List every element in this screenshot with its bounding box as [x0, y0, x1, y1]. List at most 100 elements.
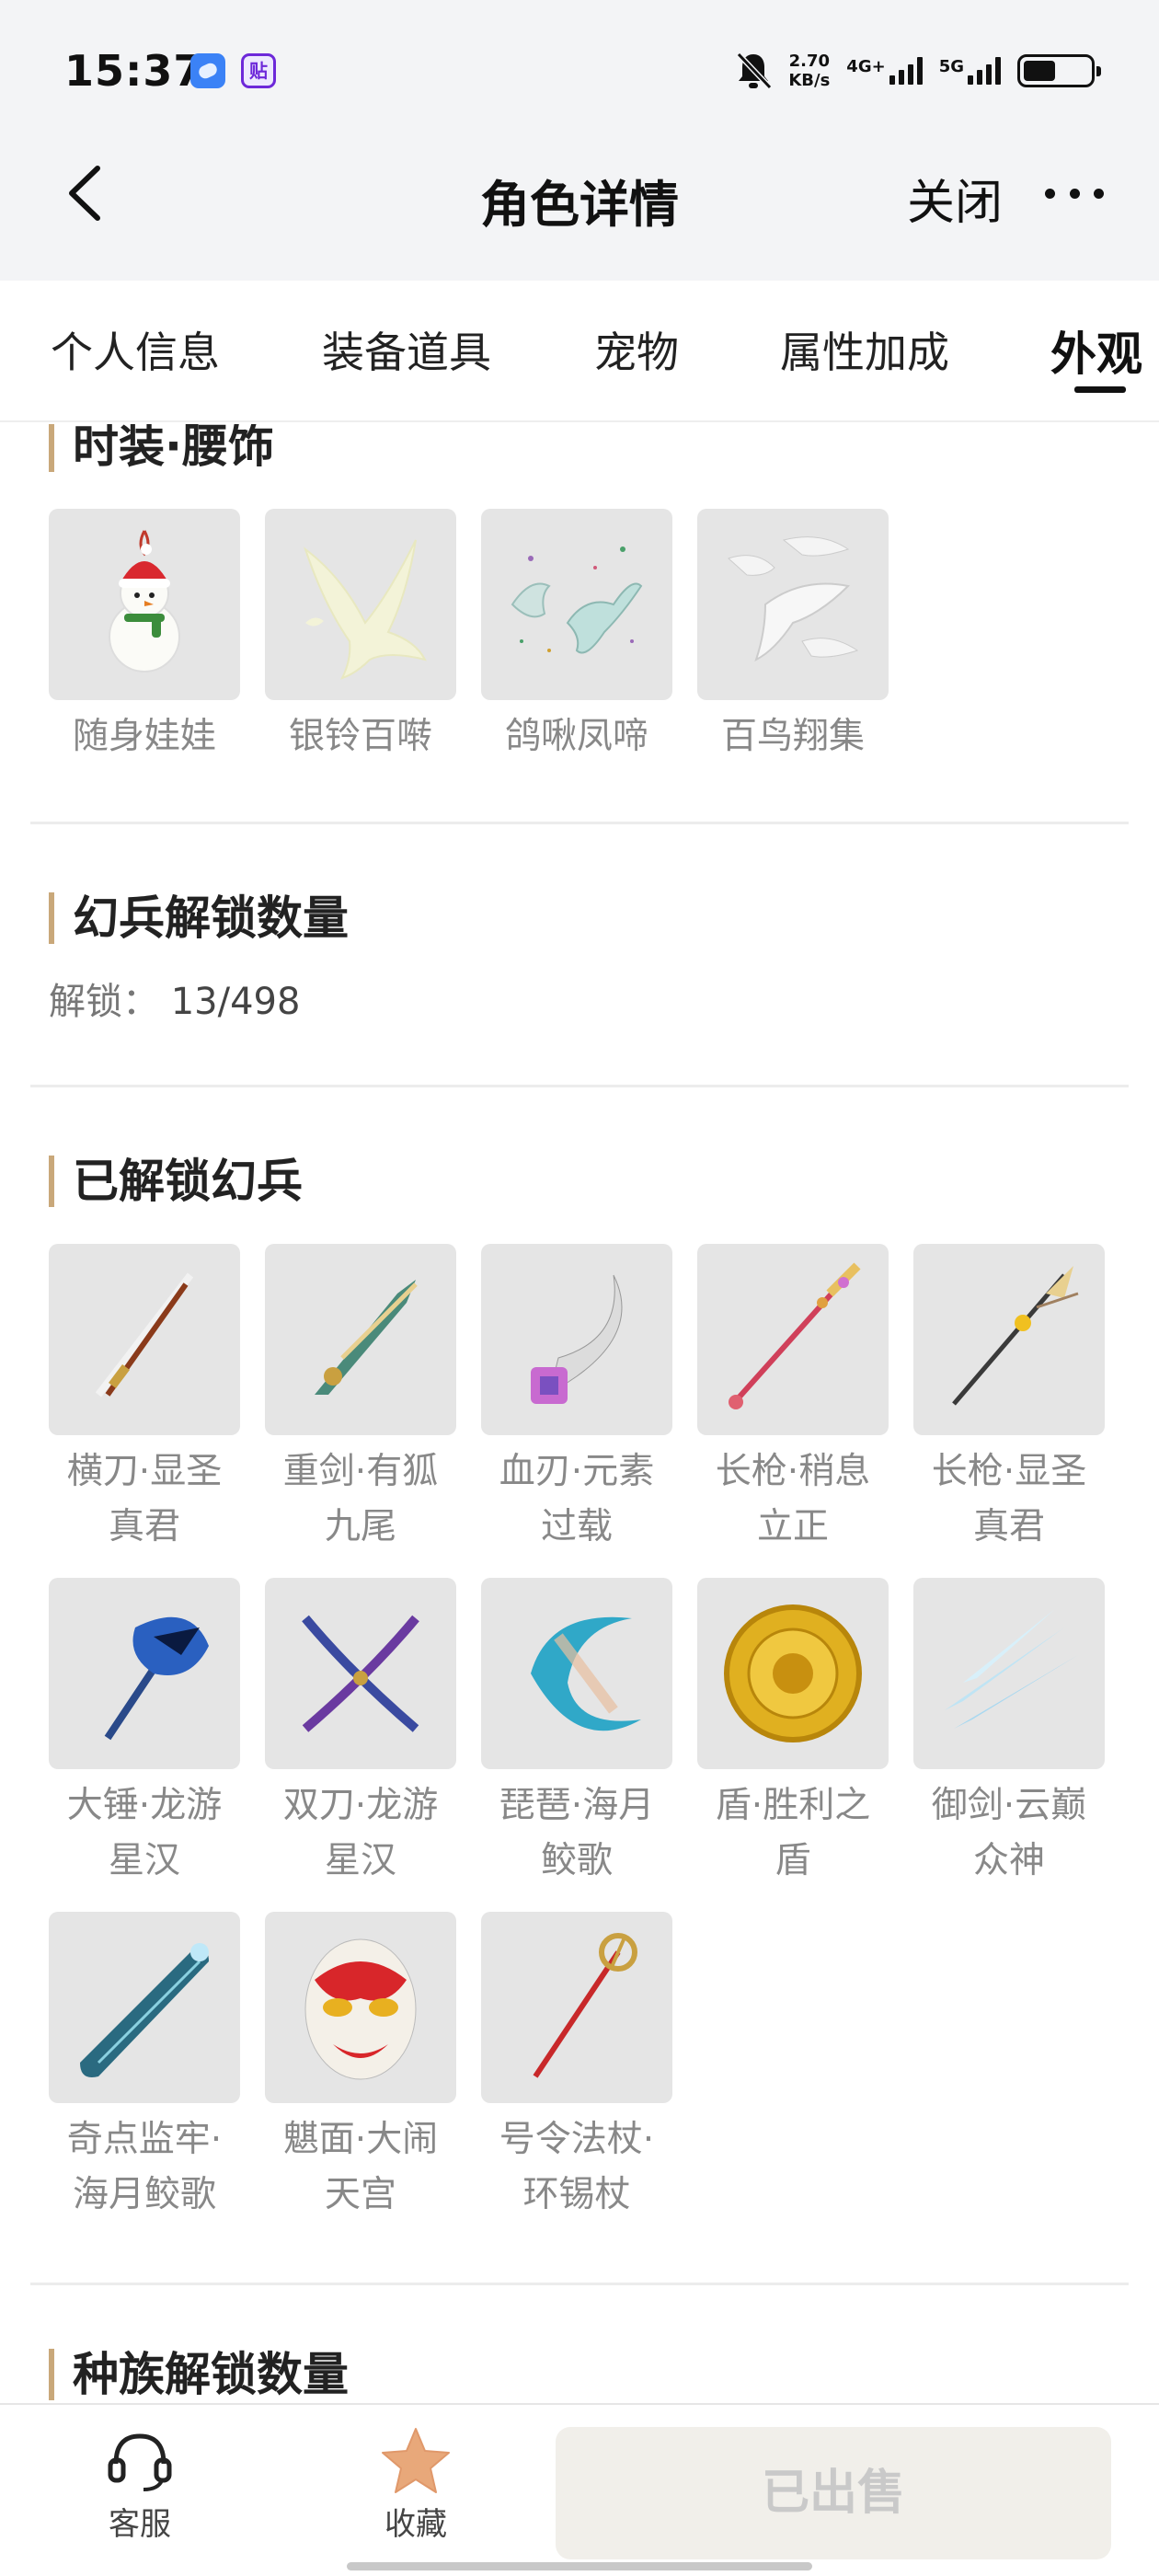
signal-bars-icon — [889, 57, 923, 85]
star-icon — [382, 2428, 450, 2493]
app-notification-icon — [190, 53, 225, 88]
greatsword-icon — [315, 1280, 418, 1395]
broadsword-icon — [95, 1272, 194, 1397]
weapon-name: 御剑·云巅 众神 — [931, 1785, 1087, 1881]
weapon-card[interactable]: 重剑·有狐 九尾 — [265, 1244, 456, 1555]
section-title-weapon-count: 幻兵解锁数量 — [49, 892, 349, 944]
weapon-thumbnail — [481, 1244, 672, 1435]
section-divider — [30, 1085, 1129, 1087]
bell-muted-icon — [737, 52, 773, 90]
weapon-name: 长枪·稍息 立正 — [715, 1451, 871, 1547]
customer-service-label: 客服 — [109, 2506, 171, 2543]
item-thumbnail — [481, 509, 672, 700]
mask-icon — [304, 1938, 417, 2080]
weapon-unlock-count: 解锁： 13/498 — [49, 972, 300, 1025]
weapon-card[interactable]: 琵琶·海月 鲛歌 — [481, 1578, 672, 1889]
tab-equipment[interactable]: 装备道具 — [322, 319, 491, 380]
weapon-thumbnail — [265, 1578, 456, 1769]
tab-personal-info[interactable]: 个人信息 — [51, 319, 220, 380]
weapon-thumbnail — [49, 1912, 240, 2103]
signal-bars-icon — [968, 57, 1001, 85]
weapon-thumbnail — [913, 1244, 1105, 1435]
weapon-card[interactable]: 盾·胜利之盾 — [697, 1578, 889, 1889]
section-divider — [30, 2283, 1129, 2285]
section-title-race-count: 种族解锁数量 — [49, 2349, 349, 2400]
weapon-name: 魌面·大闹 天宫 — [282, 2119, 439, 2215]
staff-icon — [533, 1933, 637, 2078]
nav-header: 角色详情 关闭 — [0, 138, 1159, 281]
more-dots-icon — [1045, 188, 1055, 199]
waist-item-card[interactable]: 鸽啾凤啼 — [481, 509, 672, 765]
shield-icon — [724, 1604, 862, 1742]
flying-swords-icon — [945, 1609, 1078, 1729]
waist-item-card[interactable]: 随身娃娃 — [49, 509, 240, 765]
weapon-card[interactable]: 魌面·大闹 天宫 — [265, 1912, 456, 2223]
hammer-icon — [104, 1616, 209, 1741]
weapon-card[interactable]: 长枪·显圣 真君 — [913, 1244, 1105, 1555]
weapon-name: 重剑·有狐 九尾 — [282, 1451, 439, 1547]
spear-icon — [729, 1262, 861, 1409]
status-indicators: 2.70 KB/s 4G+ 5G — [735, 48, 1101, 94]
status-time: 15:37 — [64, 46, 204, 96]
tab-appearance[interactable]: 外观 — [1050, 317, 1142, 384]
tieba-notification-icon: 贴 — [241, 53, 276, 88]
item-name: 百鸟翔集 — [720, 716, 865, 757]
weapon-card[interactable]: 横刀·显圣 真君 — [49, 1244, 240, 1555]
tab-pets[interactable]: 宠物 — [594, 319, 679, 380]
pipa-icon — [531, 1616, 641, 1731]
signal-4g: 4G+ — [846, 57, 923, 85]
bottom-action-bar: 客服 收藏 已出售 — [0, 2403, 1159, 2576]
weapon-name: 奇点监牢· 海月鲛歌 — [66, 2119, 223, 2215]
close-button[interactable]: 关闭 — [907, 164, 1003, 233]
weapon-name: 盾·胜利之盾 — [715, 1785, 871, 1881]
guqin-icon — [80, 1943, 209, 2077]
weapon-thumbnail — [697, 1578, 889, 1769]
favorite-button[interactable]: 收藏 — [342, 2423, 489, 2544]
twin-blades-icon — [302, 1615, 419, 1732]
weapon-card[interactable]: 血刃·元素 过载 — [481, 1244, 672, 1555]
snowman-doll-icon — [109, 530, 180, 673]
waist-item-card[interactable]: 银铃百啭 — [265, 509, 456, 765]
unlock-value: 13/498 — [170, 981, 301, 1023]
item-thumbnail — [697, 509, 889, 700]
status-bar: 15:37 贴 2.70 KB/s 4G+ 5G — [0, 0, 1159, 138]
weapon-card[interactable]: 大锤·龙游 星汉 — [49, 1578, 240, 1889]
weapon-name: 大锤·龙游 星汉 — [66, 1785, 223, 1881]
weapon-thumbnail — [913, 1578, 1105, 1769]
waist-item-card[interactable]: 百鸟翔集 — [697, 509, 889, 765]
section-title-waist: 时装·腰饰 — [49, 424, 274, 472]
weapon-thumbnail — [49, 1578, 240, 1769]
weapon-thumbnail — [481, 1912, 672, 2103]
weapon-thumbnail — [265, 1912, 456, 2103]
signal-5g: 5G — [939, 57, 1001, 85]
bird-flock-icon — [728, 536, 859, 661]
spear-icon — [952, 1266, 1079, 1406]
white-bird-icon — [304, 539, 427, 680]
weapon-thumbnail — [697, 1244, 889, 1435]
weapon-name: 双刀·龙游 星汉 — [282, 1785, 439, 1881]
weapon-card[interactable]: 号令法杖· 环锡杖 — [481, 1912, 672, 2223]
sold-button[interactable]: 已出售 — [556, 2427, 1111, 2559]
tab-bar: 个人信息 装备道具 宠物 属性加成 外观 — [0, 281, 1159, 422]
home-indicator[interactable] — [347, 2562, 812, 2570]
item-thumbnail — [49, 509, 240, 700]
weapon-thumbnail — [49, 1244, 240, 1435]
weapon-card[interactable]: 奇点监牢· 海月鲛歌 — [49, 1912, 240, 2223]
weapon-name: 琵琶·海月 鲛歌 — [499, 1785, 655, 1881]
section-divider — [30, 822, 1129, 824]
weapon-card[interactable]: 双刀·龙游 星汉 — [265, 1578, 456, 1889]
active-tab-indicator — [1074, 386, 1126, 393]
more-button[interactable] — [1045, 175, 1104, 212]
scroll-content[interactable]: 时装·腰饰 随身娃娃 银铃百啭 鸽啾凤啼 百鸟翔集 幻兵解锁数量 解锁： 13/… — [0, 424, 1159, 2402]
item-thumbnail — [265, 509, 456, 700]
network-speed: 2.70 KB/s — [788, 52, 831, 90]
weapon-card[interactable]: 长枪·稍息 立正 — [697, 1244, 889, 1555]
weapon-card[interactable]: 御剑·云巅 众神 — [913, 1578, 1105, 1889]
weapon-thumbnail — [265, 1244, 456, 1435]
battery-icon — [1017, 54, 1101, 87]
section-title-unlocked-weapons: 已解锁幻兵 — [49, 1156, 303, 1207]
tab-attributes[interactable]: 属性加成 — [780, 319, 949, 380]
blade-icon — [531, 1274, 623, 1404]
customer-service-button[interactable]: 客服 — [66, 2423, 213, 2544]
weapon-thumbnail — [481, 1578, 672, 1769]
